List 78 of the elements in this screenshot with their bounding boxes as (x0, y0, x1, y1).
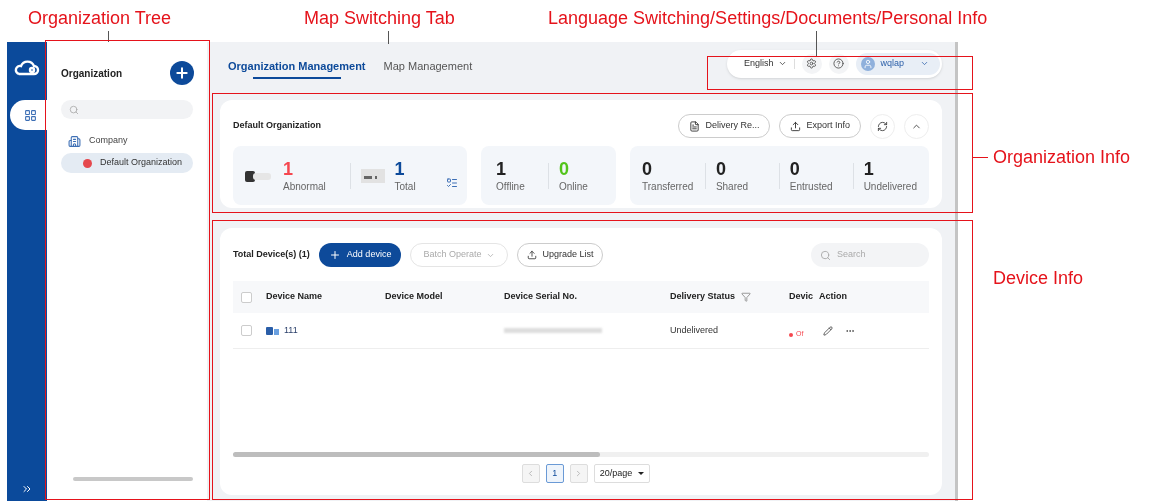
cloud-logo-icon (14, 60, 40, 76)
refresh-icon (877, 120, 888, 132)
stat-label: Offline (496, 179, 525, 194)
checkbox[interactable] (241, 291, 252, 303)
language-select[interactable]: English (744, 56, 787, 71)
search-icon (69, 104, 79, 115)
stat-value: 1 (496, 157, 507, 180)
upload-icon (527, 250, 538, 260)
stat-label: Online (559, 179, 588, 194)
annotation-label: Device Info (993, 267, 1084, 290)
filter-icon[interactable] (741, 292, 752, 302)
document-icon (689, 120, 701, 132)
stat-value: 0 (715, 157, 727, 180)
page-button[interactable]: 1 (545, 464, 564, 483)
table-cell-text: Undelivered (670, 323, 720, 337)
add-button[interactable] (170, 61, 194, 85)
report-icon[interactable] (446, 177, 458, 189)
stat-label: Undelivered (863, 179, 917, 194)
expand-icon[interactable] (21, 483, 33, 495)
annotation-label: Organization Tree (28, 7, 172, 30)
column-header: Device Model (385, 290, 444, 304)
stat-label: Total (394, 179, 416, 194)
tree-item[interactable]: Default Organization (61, 153, 193, 173)
plus-icon (328, 249, 341, 261)
chevron-down-icon (920, 59, 929, 68)
edit-icon[interactable] (823, 325, 833, 336)
annotation-label: Language Switching/Settings/Documents/Personal Info (548, 7, 988, 30)
device-name[interactable]: 111 (284, 323, 298, 338)
column-header: Device Name (266, 290, 324, 304)
help-icon (833, 58, 845, 69)
grid-icon (23, 108, 37, 122)
annotation-label: Organization Info (993, 146, 1131, 169)
leader-line (108, 31, 109, 42)
stat-value: 1 (394, 157, 406, 180)
stat-value: 1 (283, 157, 294, 180)
search-field[interactable] (61, 100, 193, 119)
leader-line (816, 31, 817, 56)
device-total: Total Device(s) (1) (233, 248, 310, 262)
search-field[interactable]: Search (811, 243, 929, 267)
stat-label: Shared (715, 179, 749, 194)
leader-line (973, 157, 988, 158)
stat-value: 1 (863, 157, 875, 180)
avatar-icon (862, 58, 873, 69)
add-device-button[interactable]: Add device (318, 243, 402, 267)
stat-label: Entrusted (789, 179, 833, 194)
leader-line (388, 31, 389, 44)
stat-label: Transferred (642, 179, 694, 194)
chevron-down-icon (777, 59, 787, 68)
upload-icon (790, 120, 802, 132)
page-size-select[interactable]: 20/page (593, 464, 651, 483)
checkbox[interactable] (241, 325, 252, 336)
settings-button[interactable] (801, 53, 822, 74)
recorder-icon (360, 167, 385, 184)
stat-label: Abnormal (283, 179, 326, 194)
tree-item[interactable]: Company (61, 131, 193, 151)
panel-title: Organization (61, 66, 123, 81)
column-header: Action (819, 290, 848, 304)
search-icon (820, 249, 831, 261)
camera-icon (266, 326, 279, 335)
card-title: Default Organization (233, 119, 321, 133)
tab[interactable]: Organization Management (228, 57, 366, 80)
search-input[interactable]: Search (837, 248, 907, 262)
user-menu[interactable]: wqlap (855, 52, 940, 75)
tab[interactable]: Map Management (383, 57, 473, 80)
plus-icon (174, 65, 190, 81)
stat-value: 0 (642, 157, 653, 180)
alert-icon (83, 158, 92, 168)
column-header: Devic (789, 290, 815, 304)
column-header: Delivery Status (670, 290, 789, 304)
nav-item[interactable] (10, 100, 50, 130)
annotation-label: Map Switching Tab (304, 7, 455, 30)
camera-icon (245, 168, 273, 183)
settings-icon (806, 58, 818, 69)
building-icon (68, 134, 81, 148)
help-button[interactable] (828, 53, 849, 74)
stat-value: 0 (789, 157, 801, 180)
column-header: Device Serial No. (504, 290, 579, 304)
stat-value: 0 (559, 157, 570, 180)
